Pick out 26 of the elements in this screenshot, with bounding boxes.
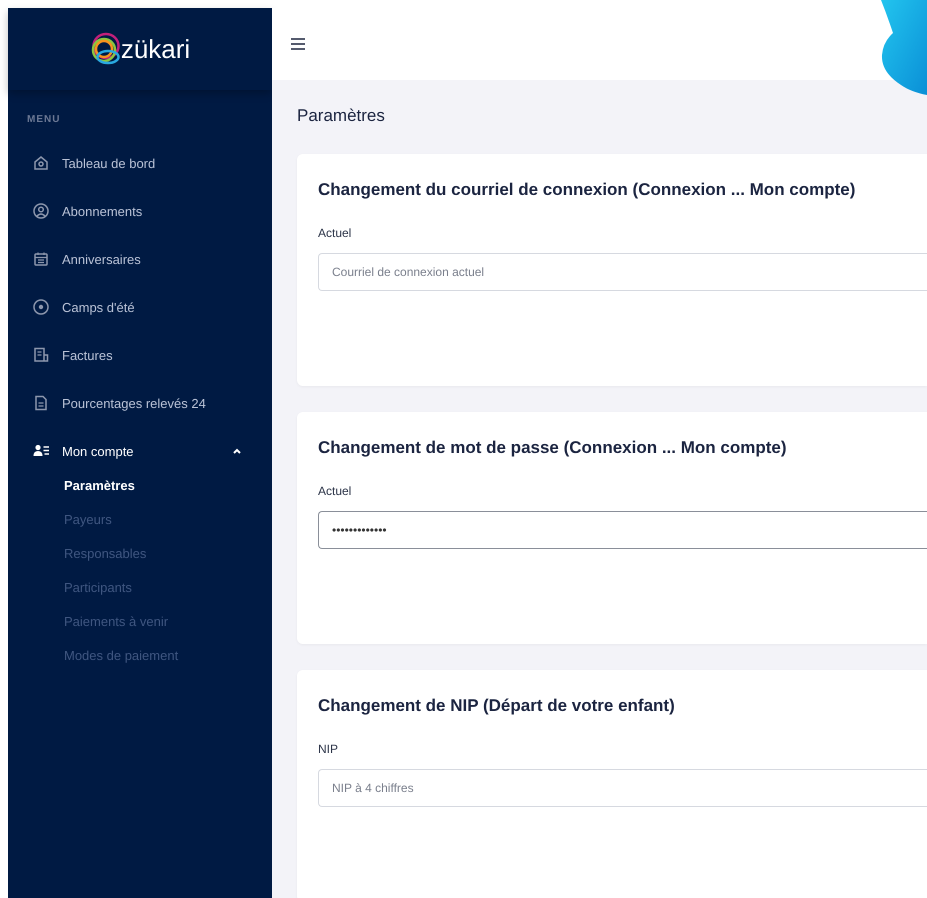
- rings-icon: [90, 32, 120, 66]
- home-icon: [32, 154, 50, 172]
- user-icon: [32, 202, 50, 220]
- sidebar-item[interactable]: Anniversaires: [8, 235, 272, 283]
- sidebar-item[interactable]: Pourcentages relevés 24: [8, 379, 272, 427]
- logo-text: zükari: [120, 34, 190, 64]
- target-icon: [32, 298, 50, 316]
- field-label: Actuel: [318, 484, 352, 498]
- page-title: Paramètres: [297, 106, 385, 126]
- field-label: Actuel: [318, 226, 352, 240]
- card-title: Changement du courriel de connexion (Connexion ... Mon compte): [318, 180, 856, 200]
- calendar-icon: [32, 250, 50, 268]
- card-title: Changement de mot de passe (Connexion ... Mon compte): [318, 438, 786, 458]
- input-field[interactable]: NIP à 4 chiffres: [318, 769, 927, 807]
- menu-icon[interactable]: [290, 37, 306, 51]
- sidebar-item[interactable]: Tableau de bord: [8, 139, 272, 187]
- sidebar-item[interactable]: Factures: [8, 331, 272, 379]
- chevron-icon: [232, 446, 242, 456]
- sidebar-item[interactable]: Abonnements: [8, 187, 272, 235]
- field-label: NIP: [318, 742, 338, 756]
- sidebar-item[interactable]: Camps d'été: [8, 283, 272, 331]
- card-title: Changement de NIP (Départ de votre enfant): [318, 696, 675, 716]
- menu-label: MENU: [27, 114, 62, 125]
- invoice-icon: [32, 346, 50, 364]
- input-field[interactable]: •••••••••••••: [318, 511, 927, 549]
- input-field[interactable]: Courriel de connexion actuel: [318, 253, 927, 291]
